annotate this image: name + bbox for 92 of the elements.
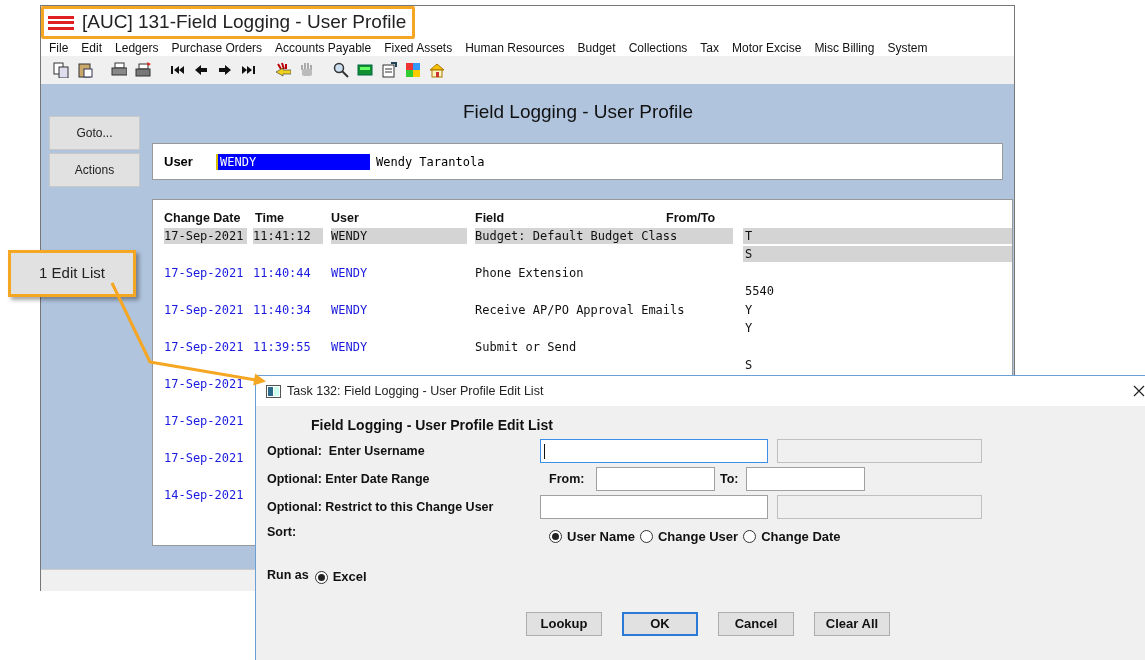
- field-label: To:: [720, 470, 740, 488]
- column-header: Time: [255, 209, 285, 227]
- table-cell-text: Receive AP/PO Approval Emails: [475, 302, 686, 318]
- table-cell-text: 11:39:55: [253, 339, 312, 355]
- radio-label[interactable]: Change User: [657, 527, 739, 547]
- table-cell: WENDY: [331, 228, 467, 244]
- menu-item[interactable]: Edit: [81, 38, 103, 57]
- user-field[interactable]: WENDY: [216, 153, 370, 170]
- table-cell-text: 14-Sep-2021: [164, 487, 245, 503]
- field-label: Optional: Restrict to this Change User: [267, 498, 495, 516]
- field-label: Optional: Enter Username: [267, 442, 426, 460]
- menu-item[interactable]: Ledgers: [115, 38, 159, 57]
- menu-item[interactable]: File: [49, 38, 69, 57]
- table-cell-text: Submit or Send: [475, 339, 578, 355]
- table-cell-text: 17-Sep-2021: [164, 339, 245, 355]
- menu-item[interactable]: Purchase Orders: [171, 38, 263, 57]
- field-label: From:: [549, 470, 586, 488]
- table-cell-text: Phone Extension: [475, 265, 585, 281]
- table-cell-text: 11:40:34: [253, 302, 312, 318]
- table-cell-text: 17-Sep-2021: [164, 450, 245, 466]
- table-cell-text: 5540: [744, 283, 775, 299]
- edit-list-button[interactable]: 1 Edit List: [8, 250, 136, 297]
- page-title: Field Logging - User Profile: [462, 100, 694, 124]
- table-cell-text: 17-Sep-2021: [164, 376, 245, 392]
- home-icon[interactable]: [429, 62, 445, 78]
- color-squares-icon[interactable]: [405, 62, 421, 78]
- clipboard-icon[interactable]: [77, 62, 93, 78]
- user-full-name: Wendy Tarantola: [376, 153, 485, 171]
- field-label: Optional: Enter Date Range: [267, 470, 431, 488]
- menu-item[interactable]: Budget: [577, 38, 616, 57]
- search-icon[interactable]: [333, 62, 349, 78]
- field-label: Run as: [267, 566, 309, 584]
- table-cell-text: Y: [744, 320, 754, 336]
- menu-item[interactable]: Accounts Payable: [275, 38, 372, 57]
- side-button[interactable]: Goto...: [49, 116, 140, 150]
- hand-arrow-icon[interactable]: [275, 62, 291, 78]
- menu-item[interactable]: System: [887, 38, 928, 57]
- table-cell-text: 17-Sep-2021: [164, 265, 245, 281]
- printer-icon[interactable]: [135, 62, 151, 78]
- radio-button[interactable]: [743, 530, 757, 544]
- dialog-button[interactable]: Cancel: [718, 612, 794, 636]
- dialog-button[interactable]: OK: [622, 612, 698, 636]
- form-icon[interactable]: [381, 62, 397, 78]
- menu-item[interactable]: Tax: [700, 38, 719, 57]
- table-cell-text: Y: [744, 302, 754, 318]
- table-cell: S: [743, 246, 1012, 262]
- logo-icon: [48, 15, 74, 30]
- column-header: Change Date: [164, 209, 242, 227]
- radio-button[interactable]: [549, 530, 562, 544]
- table-cell: T: [743, 228, 1012, 244]
- table-cell-text: WENDY: [331, 302, 369, 318]
- copy-icon[interactable]: [53, 62, 69, 78]
- column-header: User: [331, 209, 360, 227]
- dialog-heading: Field Logging - User Profile Edit List: [311, 415, 553, 435]
- date-field[interactable]: [596, 467, 715, 491]
- menu-item[interactable]: Misc Billing: [814, 38, 875, 57]
- right-arrow-icon[interactable]: [217, 62, 233, 78]
- table-cell-text: 11:40:44: [253, 265, 312, 281]
- radio-label[interactable]: Change Date: [761, 527, 841, 547]
- table-cell: 17-Sep-2021: [164, 228, 247, 244]
- dialog-title: Task 132: Field Logging - User Profile Edit List: [287, 382, 544, 400]
- radio-button[interactable]: [639, 530, 653, 544]
- dialog-button[interactable]: Lookup: [526, 612, 602, 636]
- radio-label[interactable]: Excel: [332, 567, 367, 587]
- field-label: Sort:: [267, 524, 298, 541]
- table-cell-text: 17-Sep-2021: [164, 302, 245, 318]
- radio-label[interactable]: User Name: [567, 527, 635, 547]
- menu-item[interactable]: Human Resources: [465, 38, 565, 57]
- table-cell-text: S: [744, 357, 754, 373]
- radio-button[interactable]: [314, 570, 328, 584]
- text-field[interactable]: [540, 439, 768, 463]
- app-icon: [266, 384, 281, 398]
- window-title: [AUC] 131-Field Logging - User Profile: [82, 10, 407, 35]
- text-field[interactable]: [540, 495, 768, 519]
- column-header: From/To: [666, 209, 716, 227]
- printer-icon[interactable]: [111, 62, 127, 78]
- left-arrow-icon[interactable]: [193, 62, 209, 78]
- dialog-button[interactable]: Clear All: [814, 612, 890, 636]
- menu-item[interactable]: Collections: [628, 38, 688, 57]
- table-cell-text: WENDY: [331, 265, 369, 281]
- calculator-icon[interactable]: [357, 62, 373, 78]
- table-cell: 11:41:12: [253, 228, 323, 244]
- column-header: Field: [475, 209, 506, 227]
- table-cell-text: 17-Sep-2021: [164, 413, 245, 429]
- field-label: User: [164, 152, 194, 171]
- menu-item[interactable]: Fixed Assets: [384, 38, 453, 57]
- date-field[interactable]: [746, 467, 865, 491]
- table-cell: Budget: Default Budget Class: [475, 228, 733, 244]
- table-cell-text: WENDY: [331, 339, 369, 355]
- side-button[interactable]: Actions: [49, 153, 140, 187]
- menu-item[interactable]: Motor Excise: [732, 38, 802, 57]
- close-icon[interactable]: [1133, 385, 1145, 397]
